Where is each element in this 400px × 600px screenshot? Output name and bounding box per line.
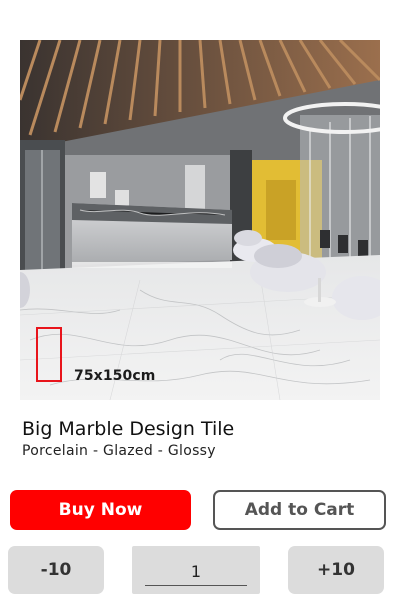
increment-quantity-button[interactable]: +10 xyxy=(288,546,384,594)
size-marker xyxy=(36,327,62,382)
add-to-cart-button[interactable]: Add to Cart xyxy=(213,490,386,530)
product-title: Big Marble Design Tile xyxy=(22,418,235,440)
buy-now-button[interactable]: Buy Now xyxy=(10,490,191,530)
product-subtitle: Porcelain - Glazed - Glossy xyxy=(22,443,216,459)
quantity-input[interactable] xyxy=(145,558,247,586)
size-label: 75x150cm xyxy=(74,368,156,384)
quantity-field-container xyxy=(132,546,260,594)
decrement-quantity-button[interactable]: -10 xyxy=(8,546,104,594)
lobby-scene-illustration xyxy=(20,40,380,400)
product-image: 75x150cm xyxy=(20,40,380,400)
